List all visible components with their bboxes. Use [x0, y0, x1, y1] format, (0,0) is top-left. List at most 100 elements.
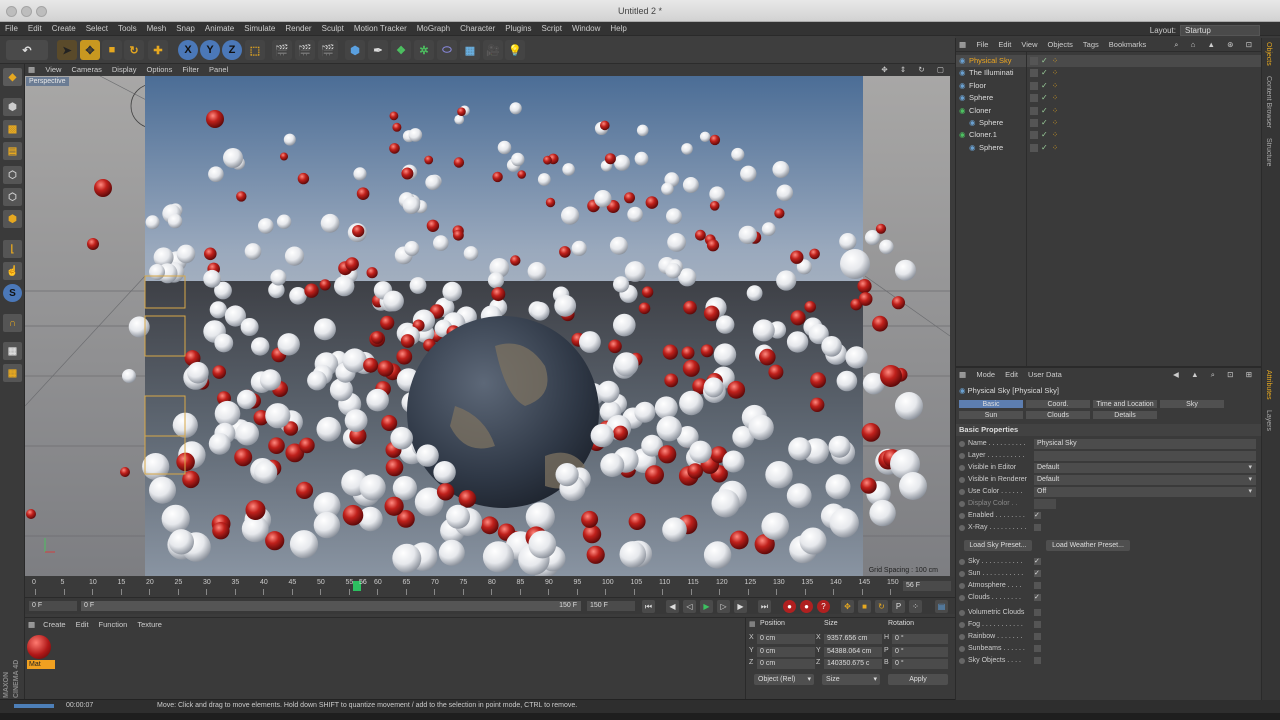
material-menu-create[interactable]: Create [38, 618, 71, 632]
animate-dot[interactable] [959, 583, 965, 589]
animate-dot[interactable] [959, 477, 965, 483]
check-box[interactable]: ✓ [1034, 594, 1041, 601]
viewport-menu-panel[interactable]: Panel [204, 64, 233, 76]
attribute-menu-edit[interactable]: Edit [1000, 368, 1023, 382]
attribute-dropdown[interactable]: Off [1034, 487, 1256, 497]
animate-dot[interactable] [959, 453, 965, 459]
check-box[interactable] [1034, 657, 1041, 664]
object-tag-icons[interactable]: ⁘ [1052, 129, 1058, 141]
coordinate-system-button[interactable]: ⬚ [245, 40, 265, 60]
check-box[interactable]: ✓ [1034, 570, 1041, 577]
material-name-label[interactable]: Mat [27, 660, 55, 669]
object-menu-bookmarks[interactable]: Bookmarks [1104, 38, 1152, 52]
preview-range-slider[interactable]: 0 F 150 F [81, 601, 581, 611]
coordinate-mode-dropdown[interactable]: Object (Rel) ▾ [754, 674, 814, 685]
timeline-ruler[interactable]: 0 5 10 15 20 25 30 35 40 45 50 55 60 65 70 75 80 85 90 95 10… [25, 577, 955, 597]
enabled-checkmark-icon[interactable]: ✓ [1041, 80, 1048, 92]
attribute-nav[interactable]: ◀ ▲ ⌕ ⊡ ⊞ [1168, 368, 1257, 382]
animate-dot[interactable] [959, 525, 965, 531]
menu-help[interactable]: Help [605, 22, 631, 36]
load-weather-preset-button[interactable]: Load Weather Preset... [1046, 540, 1130, 551]
visibility-toggle[interactable] [1030, 57, 1038, 65]
size-field-y[interactable]: 54388.064 cm [824, 646, 882, 657]
object-name[interactable]: Cloner [969, 105, 991, 117]
filter-icon[interactable]: ⊛ [1222, 38, 1238, 52]
object-row[interactable]: ◉ Cloner.1 ✓ ⁘ [956, 129, 1262, 141]
polygons-mode-button[interactable]: ⬢ [3, 210, 22, 228]
timeline-layout-button[interactable]: ▤ [935, 600, 948, 613]
viewport-menu-options[interactable]: Options [141, 64, 177, 76]
menu-snap[interactable]: Snap [171, 22, 200, 36]
layout-selector[interactable]: Layout: Startup [1146, 24, 1260, 38]
attribute-dropdown[interactable]: Default [1034, 475, 1256, 485]
texture-mode-button[interactable]: ▩ [3, 120, 22, 138]
lock-icon[interactable]: ⊡ [1222, 368, 1238, 382]
object-row[interactable]: ◉ Sphere ✓ ⁘ [956, 142, 1262, 154]
cloner-button[interactable]: ✲ [414, 40, 434, 60]
rotate-view-icon[interactable]: ↻ [913, 64, 929, 76]
new-window-icon[interactable]: ⊡ [1241, 38, 1257, 52]
position-field-x[interactable]: 0 cm [757, 634, 815, 644]
enabled-checkmark-icon[interactable]: ✓ [1041, 105, 1048, 117]
menu-mograph[interactable]: MoGraph [412, 22, 455, 36]
object-row[interactable]: ◉ The Illuminati ✓ ⁘ [956, 67, 1262, 79]
tab-sky[interactable]: Sky [1159, 399, 1225, 409]
key-position-button[interactable]: ✥ [841, 600, 854, 613]
visibility-toggle[interactable] [1030, 81, 1038, 90]
rotate-tool-button[interactable]: ↻ [124, 40, 144, 60]
check-box[interactable] [1034, 645, 1041, 652]
rotation-field-p[interactable]: 0 ° [892, 646, 948, 657]
live-selection-button[interactable]: ➤ [57, 40, 77, 60]
animate-dot[interactable] [959, 610, 965, 616]
attribute-menu-mode[interactable]: Mode [971, 368, 1000, 382]
previous-key-button[interactable]: ◀ [666, 600, 679, 613]
render-settings-button[interactable]: 🎬 [318, 40, 338, 60]
animate-dot[interactable] [959, 646, 965, 652]
new-window-icon[interactable]: ⊞ [1241, 368, 1257, 382]
search-icon[interactable]: ⌕ [1206, 368, 1220, 382]
visibility-toggle[interactable] [1030, 119, 1038, 127]
material-menu-edit[interactable]: Edit [71, 618, 94, 632]
magnet-button[interactable]: ∩ [3, 314, 22, 332]
menu-file[interactable]: File [0, 22, 23, 36]
key-parameter-button[interactable]: P [892, 600, 905, 613]
enabled-checkmark-icon[interactable]: ✓ [1041, 55, 1048, 67]
object-row[interactable]: ◉ Floor ✓ ⁘ [956, 80, 1262, 92]
object-name[interactable]: Sphere [979, 142, 1003, 154]
viewport-menu-cameras[interactable]: Cameras [66, 64, 106, 76]
object-name[interactable]: Floor [969, 80, 986, 92]
tab-clouds[interactable]: Clouds [1025, 410, 1091, 420]
tab-layers[interactable]: Layers [1265, 410, 1272, 431]
visibility-toggle[interactable] [1030, 94, 1038, 103]
size-field-z[interactable]: 140350.675 c [824, 659, 882, 669]
viewport-nav-icons[interactable]: ✥ ⇕ ↻ ▢ [876, 64, 949, 76]
zoom-view-icon[interactable]: ⇕ [895, 64, 911, 76]
enabled-checkmark-icon[interactable]: ✓ [1041, 117, 1048, 129]
attribute-checkbox[interactable]: ✓ [1034, 512, 1041, 519]
z-axis-button[interactable]: Z [222, 40, 242, 60]
object-tag-icons[interactable]: ⁘ [1052, 92, 1058, 104]
attribute-dropdown[interactable]: Default [1034, 463, 1256, 473]
viewport-menu-display[interactable]: Display [107, 64, 142, 76]
menu-animate[interactable]: Animate [200, 22, 239, 36]
end-frame-field[interactable]: 150 F [587, 601, 635, 611]
visibility-toggle[interactable] [1030, 106, 1038, 115]
menu-sculpt[interactable]: Sculpt [317, 22, 349, 36]
object-name[interactable]: The Illuminati [969, 67, 1014, 79]
tab-attributes[interactable]: Attributes [1265, 370, 1272, 400]
object-name[interactable]: Cloner.1 [969, 129, 997, 141]
animate-dot[interactable] [959, 658, 965, 664]
floor-button[interactable]: ▦ [460, 40, 480, 60]
position-field-z[interactable]: 0 cm [757, 659, 815, 669]
rotation-field-b[interactable]: 0 ° [892, 659, 948, 669]
visibility-toggle[interactable] [1030, 131, 1038, 140]
attribute-menu-user-data[interactable]: User Data [1023, 368, 1067, 382]
menu-motion-tracker[interactable]: Motion Tracker [349, 22, 412, 36]
check-box[interactable] [1034, 633, 1041, 640]
menu-simulate[interactable]: Simulate [239, 22, 280, 36]
menu-tools[interactable]: Tools [113, 22, 142, 36]
go-to-start-button[interactable]: ⏮ [642, 600, 655, 613]
edges-mode-button[interactable]: ⬡ [3, 188, 22, 206]
check-box[interactable] [1034, 582, 1041, 589]
object-row[interactable]: ◉ Physical Sky ✓ ⁘ [956, 55, 1262, 68]
